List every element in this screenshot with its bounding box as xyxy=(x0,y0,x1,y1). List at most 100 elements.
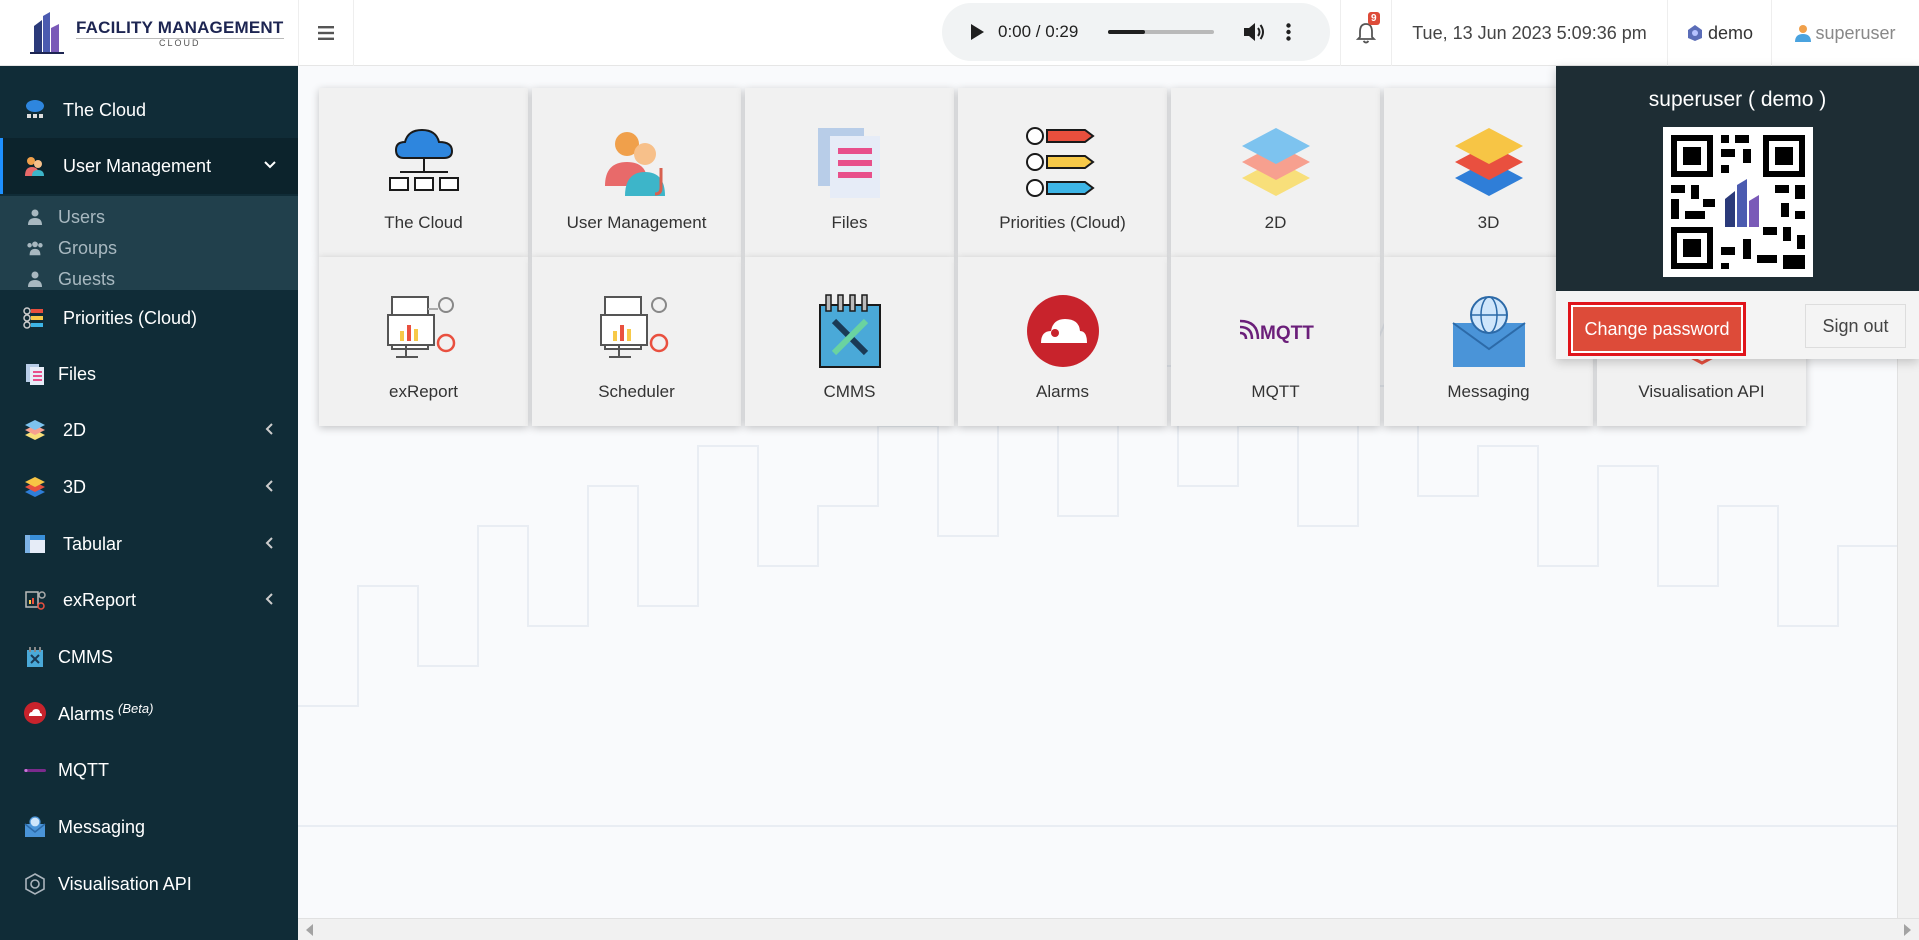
audio-time: 0:00 / 0:29 xyxy=(998,22,1079,41)
tenant-icon xyxy=(1687,25,1702,41)
sidebar-item-visualisation-api[interactable]: Visualisation API xyxy=(0,856,298,912)
group-icon xyxy=(26,239,44,257)
sidebar-toggle-button[interactable] xyxy=(298,0,354,66)
user-icon xyxy=(26,208,44,226)
tenant-name: demo xyxy=(1707,22,1754,43)
chevron-left-icon xyxy=(265,423,273,435)
sidebar-item-tabular[interactable]: Tabular xyxy=(0,516,298,572)
tile-cmms[interactable]: CMMS xyxy=(745,257,954,426)
tile-label: Visualisation API xyxy=(1638,382,1765,401)
scroll-right-arrow-icon[interactable] xyxy=(1904,924,1911,936)
sidebar-item-label: exReport xyxy=(63,589,137,610)
layers-2d-icon xyxy=(22,417,48,443)
sidebar-item-label: Tabular xyxy=(63,533,123,554)
sidebar-item-label: Files xyxy=(58,363,97,384)
tile-the-cloud[interactable]: The Cloud xyxy=(319,88,528,257)
sidebar-item-alarms[interactable]: Alarms (Beta) xyxy=(0,685,298,741)
tile-label: MQTT xyxy=(1251,382,1300,401)
top-header: FACILITY MANAGEMENT CLOUD 0:00 / 0:29 9 … xyxy=(0,0,1919,66)
tile-exreport[interactable]: exReport xyxy=(319,257,528,426)
user-avatar-icon xyxy=(1795,25,1812,42)
horizontal-scrollbar[interactable] xyxy=(298,918,1919,940)
user-menu-button[interactable]: superuser xyxy=(1772,0,1919,66)
tile-label: exReport xyxy=(389,382,458,401)
sidebar-item-2d[interactable]: 2D xyxy=(0,402,298,458)
chevron-left-icon xyxy=(265,480,273,492)
tile-label: The Cloud xyxy=(384,213,463,232)
tile-label: 2D xyxy=(1264,213,1287,232)
tile-mqtt[interactable]: MQTT MQTT xyxy=(1171,257,1380,426)
tile-label: Scheduler xyxy=(598,382,675,401)
submenu-item-label: Guests xyxy=(58,268,116,289)
sidebar-item-label: User Management xyxy=(63,155,212,176)
submenu-item-label: Groups xyxy=(58,237,118,258)
tile-alarms[interactable]: Alarms xyxy=(958,257,1167,426)
sign-out-button[interactable]: Sign out xyxy=(1805,304,1906,348)
sidebar-item-mqtt[interactable]: MQTT xyxy=(0,742,298,798)
sidebar-item-files[interactable]: Files xyxy=(0,346,298,402)
sidebar-item-the-cloud[interactable]: The Cloud xyxy=(0,82,298,138)
cloud-network-icon xyxy=(389,128,459,191)
files-icon xyxy=(818,128,880,198)
layers-3d-icon xyxy=(22,474,48,500)
change-password-highlight: Change password xyxy=(1568,302,1746,356)
sidebar-item-messaging[interactable]: Messaging xyxy=(0,799,298,855)
messaging-icon xyxy=(1452,296,1526,367)
tile-label: CMMS xyxy=(823,382,876,401)
sidebar-item-exreport[interactable]: exReport xyxy=(0,572,298,628)
mqtt-icon xyxy=(22,757,48,783)
tile-priorities[interactable]: Priorities (Cloud) xyxy=(958,88,1167,257)
sidebar-item-label: MQTT xyxy=(58,759,109,780)
app-logo[interactable]: FACILITY MANAGEMENT CLOUD xyxy=(0,0,298,66)
sidebar-item-label: Visualisation API xyxy=(58,873,192,894)
more-options-icon[interactable] xyxy=(1286,23,1291,41)
brand-subtitle: CLOUD xyxy=(76,37,284,48)
layers-2d-icon xyxy=(1242,128,1310,196)
sidebar-item-priorities[interactable]: Priorities (Cloud) xyxy=(0,290,298,346)
scroll-left-arrow-icon[interactable] xyxy=(306,924,313,936)
cloud-network-icon xyxy=(22,97,48,123)
priorities-icon xyxy=(22,305,48,331)
files-icon xyxy=(22,361,48,387)
play-icon[interactable] xyxy=(970,24,984,40)
user-name: superuser xyxy=(1815,22,1896,43)
alarm-icon xyxy=(1027,295,1099,367)
user-panel-header: superuser ( demo ) xyxy=(1556,66,1919,291)
tile-scheduler[interactable]: Scheduler xyxy=(532,257,741,426)
tile-label: Messaging xyxy=(1447,382,1530,401)
guest-icon xyxy=(26,270,44,288)
sidebar-item-3d[interactable]: 3D xyxy=(0,459,298,515)
sidebar-item-label: Priorities (Cloud) xyxy=(63,307,198,328)
qr-code-icon xyxy=(1663,127,1813,277)
cmms-icon xyxy=(819,294,881,368)
volume-icon[interactable] xyxy=(1244,22,1266,42)
priorities-icon xyxy=(1026,127,1095,197)
sidebar-item-label: Alarms (Beta) xyxy=(58,701,154,724)
sidebar-item-label: Messaging xyxy=(58,816,146,837)
report-icon xyxy=(387,296,456,358)
messaging-icon xyxy=(22,814,48,840)
building-logo-icon xyxy=(30,12,64,54)
users-icon xyxy=(22,153,48,179)
audio-progress-slider[interactable] xyxy=(1108,30,1214,34)
beta-badge: (Beta) xyxy=(118,701,154,716)
bell-icon xyxy=(1356,23,1376,44)
sidebar-item-label: 3D xyxy=(63,476,87,497)
sidebar-item-cmms[interactable]: CMMS xyxy=(0,629,298,685)
tile-user-management[interactable]: User Management xyxy=(532,88,741,257)
alarm-icon xyxy=(22,700,48,726)
chevron-left-icon xyxy=(265,593,273,605)
tenant-selector[interactable]: demo xyxy=(1668,0,1772,66)
notifications-button[interactable]: 9 xyxy=(1340,0,1392,66)
tile-files[interactable]: Files xyxy=(745,88,954,257)
sidebar-item-user-management[interactable]: User Management xyxy=(0,138,298,194)
change-password-button[interactable]: Change password xyxy=(1573,307,1741,351)
submenu-item-groups[interactable]: Groups xyxy=(0,233,298,263)
submenu-item-users[interactable]: Users xyxy=(0,202,298,232)
submenu-item-label: Users xyxy=(58,206,106,227)
tile-label: Files xyxy=(831,213,868,232)
cmms-icon xyxy=(22,644,48,670)
users-icon xyxy=(605,132,665,196)
sidebar-item-label: 2D xyxy=(63,419,87,440)
tile-2d[interactable]: 2D xyxy=(1171,88,1380,257)
